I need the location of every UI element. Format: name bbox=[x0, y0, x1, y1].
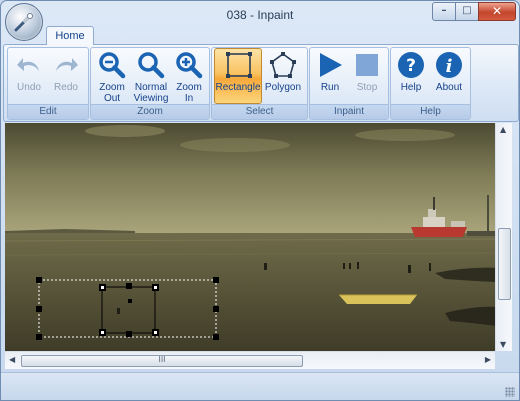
horizontal-scroll-thumb[interactable]: III bbox=[21, 355, 303, 367]
image-canvas[interactable] bbox=[5, 123, 511, 351]
undo-button[interactable]: Undo bbox=[11, 49, 47, 103]
undo-label: Undo bbox=[17, 82, 41, 93]
redo-label: Redo bbox=[54, 82, 78, 93]
stop-label: Stop bbox=[356, 82, 378, 93]
undo-arrow-icon bbox=[17, 58, 39, 71]
minimize-icon: – bbox=[441, 5, 447, 16]
scroll-up-icon[interactable]: ▲ bbox=[500, 125, 506, 134]
tab-home[interactable]: Home bbox=[46, 26, 94, 45]
svg-text:?: ? bbox=[406, 56, 416, 76]
help-label: Help bbox=[400, 82, 422, 93]
stop-icon bbox=[356, 54, 378, 76]
rectangle-select-icon bbox=[226, 52, 252, 78]
application-menu-button[interactable] bbox=[5, 3, 43, 41]
scroll-down-icon[interactable]: ▼ bbox=[500, 340, 506, 349]
close-button[interactable]: ✕ bbox=[478, 2, 516, 21]
polygon-label: Polygon bbox=[264, 82, 302, 93]
vertical-scroll-thumb[interactable] bbox=[498, 228, 511, 300]
zoom-out-icon bbox=[99, 52, 126, 79]
zoom-in-icon bbox=[176, 52, 203, 79]
zoom-out-button[interactable]: Zoom Out bbox=[93, 49, 131, 104]
normal-viewing-label: Normal Viewing bbox=[133, 82, 169, 104]
redo-arrow-icon bbox=[56, 58, 78, 71]
stop-button[interactable]: Stop bbox=[349, 49, 385, 103]
app-window: 038 - Inpaint – □ ✕ Home Undo Redo Edit bbox=[0, 0, 520, 401]
horizontal-scrollbar[interactable]: ◀ III ▶ bbox=[5, 351, 495, 369]
about-label: About bbox=[435, 82, 463, 93]
question-icon: ? bbox=[398, 52, 424, 78]
run-label: Run bbox=[320, 82, 340, 93]
redo-button[interactable]: Redo bbox=[48, 49, 84, 103]
group-inpaint: Run Stop Inpaint bbox=[309, 47, 389, 120]
svg-text:i: i bbox=[446, 56, 453, 77]
magnifier-icon bbox=[138, 52, 165, 79]
scroll-right-icon[interactable]: ▶ bbox=[485, 355, 491, 364]
about-button[interactable]: i About bbox=[430, 49, 468, 103]
status-bar bbox=[1, 372, 519, 400]
rectangle-label: Rectangle bbox=[215, 82, 261, 93]
normal-viewing-button[interactable]: Normal Viewing bbox=[131, 49, 171, 104]
help-button[interactable]: ? Help bbox=[393, 49, 429, 103]
zoom-in-button[interactable]: Zoom In bbox=[171, 49, 207, 104]
group-select: Rectangle Polygon Select bbox=[211, 47, 308, 120]
vertical-scrollbar[interactable]: ▲ ▼ bbox=[495, 123, 512, 351]
resize-grip-icon[interactable] bbox=[505, 387, 515, 397]
rectangle-select-button[interactable]: Rectangle bbox=[214, 48, 262, 104]
group-select-label: Select bbox=[212, 104, 307, 119]
zoom-out-label: Zoom Out bbox=[99, 82, 125, 104]
group-inpaint-label: Inpaint bbox=[310, 104, 388, 119]
polygon-select-icon bbox=[270, 52, 296, 78]
brush-wand-icon bbox=[14, 13, 33, 32]
play-icon bbox=[320, 53, 342, 77]
zoom-in-label: Zoom In bbox=[176, 82, 202, 104]
maximize-button[interactable]: □ bbox=[455, 2, 479, 21]
close-icon: ✕ bbox=[491, 4, 503, 18]
group-zoom: Zoom Out Normal Viewing Zoom In Zoom bbox=[90, 47, 210, 120]
scroll-left-icon[interactable]: ◀ bbox=[9, 355, 15, 364]
group-help-label: Help bbox=[391, 104, 470, 119]
photo-seascape bbox=[5, 123, 511, 351]
run-button[interactable]: Run bbox=[312, 49, 348, 103]
group-help: ? Help i About Help bbox=[390, 47, 471, 120]
group-edit-label: Edit bbox=[8, 104, 88, 119]
group-edit: Undo Redo Edit bbox=[7, 47, 89, 120]
info-icon: i bbox=[436, 52, 462, 78]
maximize-icon: □ bbox=[462, 5, 472, 16]
boat bbox=[339, 294, 417, 304]
group-zoom-label: Zoom bbox=[91, 104, 209, 119]
title-bar: 038 - Inpaint – □ ✕ bbox=[1, 1, 519, 41]
polygon-select-button[interactable]: Polygon bbox=[262, 49, 304, 103]
minimize-button[interactable]: – bbox=[432, 2, 456, 21]
ribbon: Undo Redo Edit Zoom Out Normal Viewing Z… bbox=[3, 44, 519, 122]
